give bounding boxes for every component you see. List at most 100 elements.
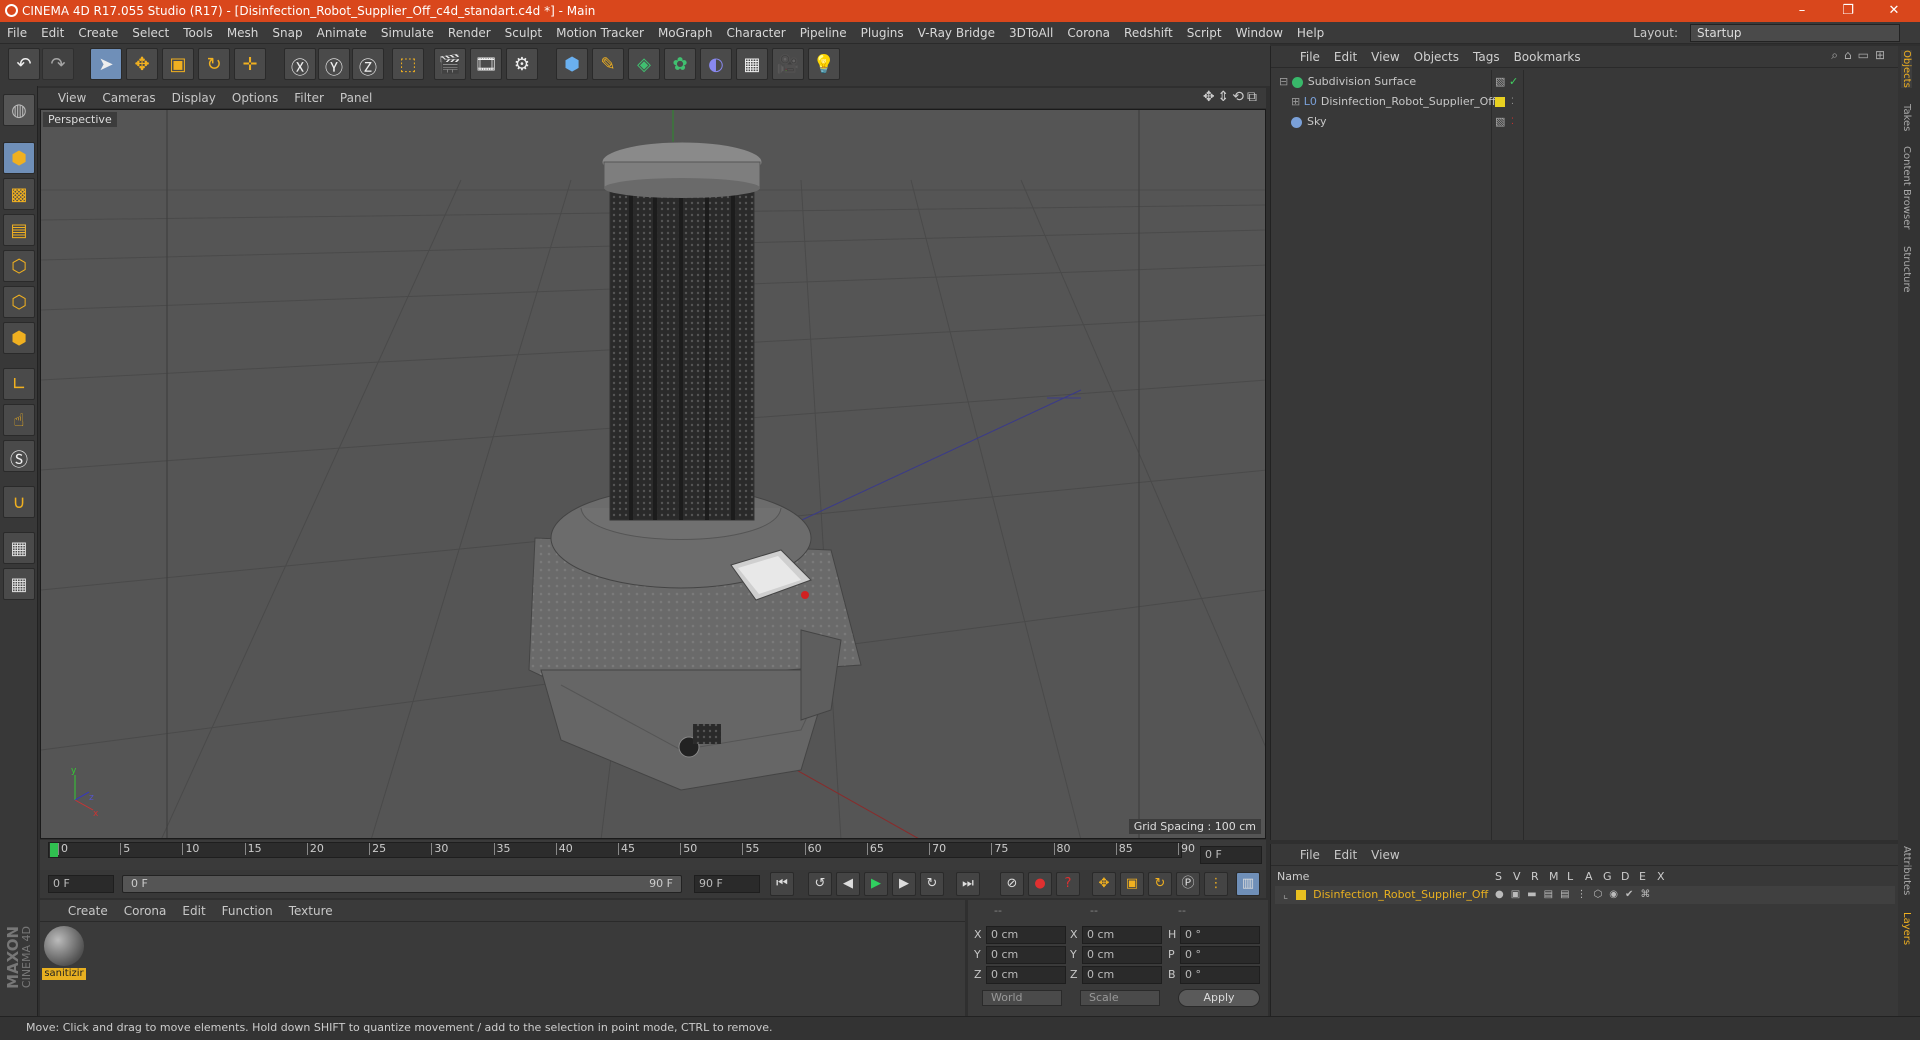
- rotation-b-field[interactable]: 0 °: [1180, 966, 1260, 984]
- rotation-p-field[interactable]: 0 °: [1180, 946, 1260, 964]
- viewport-camera-label[interactable]: Perspective: [43, 112, 117, 127]
- render-settings-icon[interactable]: ⚙: [506, 48, 538, 80]
- layout-select[interactable]: Startup: [1690, 24, 1900, 42]
- menu-script[interactable]: Script: [1180, 22, 1229, 44]
- menu-mograph[interactable]: MoGraph: [651, 22, 720, 44]
- layer-row[interactable]: ⌞ Disinfection_Robot_Supplier_Off ●▣▬▤▤⋮…: [1275, 886, 1895, 904]
- layer-color-swatch[interactable]: [1495, 97, 1505, 107]
- maximize-icon[interactable]: ❐: [1828, 0, 1868, 22]
- close-icon[interactable]: ✕: [1874, 0, 1914, 22]
- frame-range-slider[interactable]: 0 F 90 F: [122, 875, 682, 893]
- menu-create[interactable]: Create: [71, 22, 125, 44]
- apply-button[interactable]: Apply: [1178, 989, 1260, 1007]
- next-key-icon[interactable]: ↻: [920, 872, 944, 896]
- size-y-field[interactable]: 0 cm: [1082, 946, 1162, 964]
- rotation-h-field[interactable]: 0 °: [1180, 926, 1260, 944]
- visibility-toggle-icon[interactable]: ▧: [1495, 72, 1505, 92]
- workplane-lock-icon[interactable]: ▦: [3, 532, 35, 564]
- key-move-icon[interactable]: ✥: [1092, 872, 1116, 896]
- render-view-icon[interactable]: 🎬: [434, 48, 466, 80]
- menu-animate[interactable]: Animate: [310, 22, 374, 44]
- move-icon[interactable]: ✥: [126, 48, 158, 80]
- size-mode-select[interactable]: Scale: [1080, 990, 1160, 1006]
- object-row-robot[interactable]: ⊞ L0 Disinfection_Robot_Supplier_Off ⁚: [1273, 92, 1879, 112]
- previous-frame-icon[interactable]: ◀: [836, 872, 860, 896]
- viewport-menu-panel[interactable]: Panel: [332, 88, 380, 108]
- menu-sculpt[interactable]: Sculpt: [498, 22, 549, 44]
- camera-icon[interactable]: 🎥: [772, 48, 804, 80]
- planar-workplane-icon[interactable]: ▦: [3, 568, 35, 600]
- end-frame-field[interactable]: 90 F: [694, 875, 760, 893]
- record-icon[interactable]: ●: [1028, 872, 1052, 896]
- menu-edit[interactable]: Edit: [34, 22, 71, 44]
- perspective-viewport[interactable]: y x z Perspective Grid Spacing : 100 cm: [40, 109, 1266, 839]
- tab-content-browser[interactable]: Content Browser: [1901, 146, 1912, 229]
- axis-mode-icon[interactable]: ∟: [3, 368, 35, 400]
- playhead[interactable]: [50, 843, 58, 857]
- objects-menu-edit[interactable]: Edit: [1327, 46, 1364, 68]
- key-param-icon[interactable]: Ⓟ: [1176, 872, 1200, 896]
- object-manager-nav-icons[interactable]: ⌕⌂▭⊞: [1831, 48, 1891, 63]
- minimize-icon[interactable]: –: [1782, 0, 1822, 22]
- solo-mode-icon[interactable]: Ⓢ: [3, 440, 35, 472]
- layers-menu-file[interactable]: File: [1293, 844, 1327, 866]
- timeline-window-icon[interactable]: ▥: [1236, 872, 1260, 896]
- live-select-icon[interactable]: ✛: [234, 48, 266, 80]
- menu-file[interactable]: File: [0, 22, 34, 44]
- enabled-check-icon[interactable]: ✓: [1509, 72, 1518, 92]
- render-picture-viewer-icon[interactable]: 🎞: [470, 48, 502, 80]
- model-mode-icon[interactable]: ⬢: [3, 142, 35, 174]
- play-icon[interactable]: ▶: [864, 872, 888, 896]
- pen-icon[interactable]: ✎: [592, 48, 624, 80]
- next-frame-icon[interactable]: ▶: [892, 872, 916, 896]
- menu-mesh[interactable]: Mesh: [220, 22, 266, 44]
- menu-simulate[interactable]: Simulate: [374, 22, 441, 44]
- visibility-toggle-icon[interactable]: ▧: [1495, 112, 1505, 132]
- layers-menu-edit[interactable]: Edit: [1327, 844, 1364, 866]
- cloner-icon[interactable]: ✿: [664, 48, 696, 80]
- autokey-icon[interactable]: ?: [1056, 872, 1080, 896]
- menu-3dtoall[interactable]: 3DToAll: [1002, 22, 1060, 44]
- size-z-field[interactable]: 0 cm: [1082, 966, 1162, 984]
- deformer-icon[interactable]: ◐: [700, 48, 732, 80]
- undo-icon[interactable]: ↶: [8, 48, 40, 80]
- objects-menu-bookmarks[interactable]: Bookmarks: [1507, 46, 1588, 68]
- material-menu-function[interactable]: Function: [214, 900, 281, 922]
- menu-window[interactable]: Window: [1229, 22, 1290, 44]
- redo-icon[interactable]: ↷: [42, 48, 74, 80]
- y-axis-icon[interactable]: Ⓨ: [318, 48, 350, 80]
- select-icon[interactable]: ➤: [90, 48, 122, 80]
- layers-menu-view[interactable]: View: [1364, 844, 1406, 866]
- tab-takes[interactable]: Takes: [1901, 104, 1912, 131]
- go-to-end-icon[interactable]: ⏭: [956, 872, 980, 896]
- current-frame-field[interactable]: 0 F: [1200, 846, 1262, 864]
- key-scale-icon[interactable]: ▣: [1120, 872, 1144, 896]
- viewport-menu-view[interactable]: View: [50, 88, 94, 108]
- viewport-menu-filter[interactable]: Filter: [286, 88, 332, 108]
- snap-icon[interactable]: ∪: [3, 486, 35, 518]
- points-mode-icon[interactable]: ⬡: [3, 250, 35, 282]
- menu-corona[interactable]: Corona: [1060, 22, 1117, 44]
- position-x-field[interactable]: 0 cm: [986, 926, 1066, 944]
- object-row-sky[interactable]: Sky ▧ ⁚: [1273, 112, 1879, 132]
- menu-vray-bridge[interactable]: V-Ray Bridge: [911, 22, 1002, 44]
- start-frame-field[interactable]: 0 F: [48, 875, 114, 893]
- tweak-mode-icon[interactable]: ☝: [3, 404, 35, 436]
- menu-character[interactable]: Character: [719, 22, 792, 44]
- viewport-menu-display[interactable]: Display: [164, 88, 224, 108]
- workplane-mode-icon[interactable]: ▤: [3, 214, 35, 246]
- layer-toggle-icons[interactable]: ●▣▬▤▤⋮⬡◉✔⌘: [1495, 886, 1657, 904]
- scale-icon[interactable]: ▣: [162, 48, 194, 80]
- material-menu-corona[interactable]: Corona: [116, 900, 175, 922]
- key-rotate-icon[interactable]: ↻: [1148, 872, 1172, 896]
- visibility-dots-icon[interactable]: ⁚: [1511, 92, 1514, 112]
- floor-icon[interactable]: ▦: [736, 48, 768, 80]
- tab-layers[interactable]: Layers: [1901, 912, 1912, 945]
- menu-help[interactable]: Help: [1290, 22, 1331, 44]
- rotate-icon[interactable]: ↻: [198, 48, 230, 80]
- cube-icon[interactable]: ⬢: [556, 48, 588, 80]
- z-axis-icon[interactable]: Ⓩ: [352, 48, 384, 80]
- x-axis-icon[interactable]: Ⓧ: [284, 48, 316, 80]
- edges-mode-icon[interactable]: ⬡: [3, 286, 35, 318]
- objects-menu-view[interactable]: View: [1364, 46, 1406, 68]
